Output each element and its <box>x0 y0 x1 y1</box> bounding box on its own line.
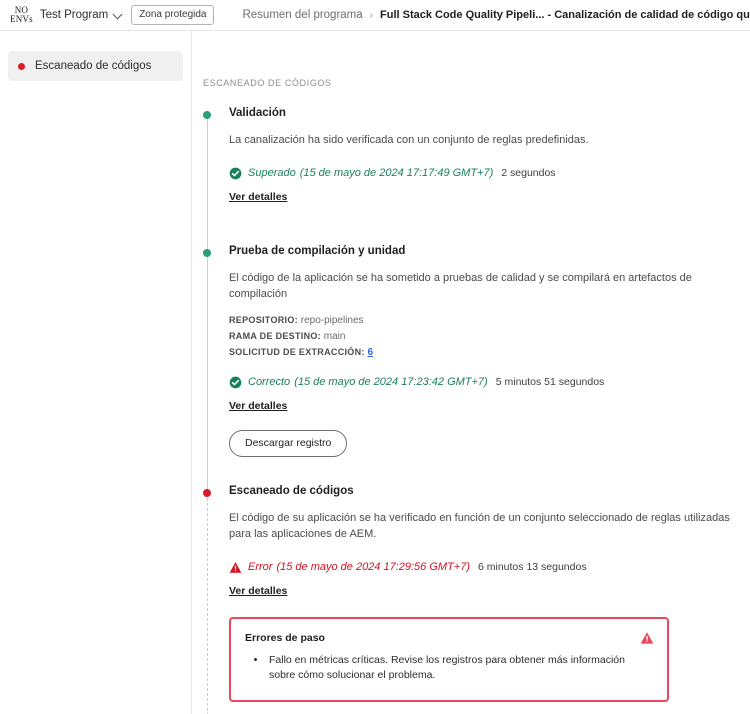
main-content: ESCANEADO DE CÓDIGOS Validación La canal… <box>192 31 750 714</box>
pull-request-link[interactable]: 6 <box>367 347 373 358</box>
breadcrumb: Resumen del programa › Full Stack Code Q… <box>242 7 750 23</box>
pipeline-step-prueba-de-compilacion: Prueba de compilación y unidad El código… <box>203 244 750 491</box>
meta-key: REPOSITORIO: <box>229 314 298 325</box>
error-warning-icon <box>229 561 242 573</box>
step-status-row: Correcto (15 de mayo de 2024 17:23:42 GM… <box>229 376 750 389</box>
step-status-timestamp: (15 de mayo de 2024 17:29:56 GMT+7) <box>276 561 470 574</box>
step-status-label: Error <box>248 561 273 574</box>
meta-key: RAMA DE DESTINO: <box>229 330 321 341</box>
sidebar: Escaneado de códigos <box>0 31 192 714</box>
breadcrumb-separator-icon: › <box>369 9 373 21</box>
environment-button[interactable]: Zona protegida <box>131 5 215 25</box>
meta-key: SOLICITUD DE EXTRACCIÓN: <box>229 346 365 357</box>
errors-list: Fallo en métricas críticas. Revise los r… <box>245 653 653 685</box>
view-details-link[interactable]: Ver detalles <box>229 191 287 203</box>
step-title: Escaneado de códigos <box>229 484 354 497</box>
step-duration: 5 minutos 51 segundos <box>495 376 605 389</box>
sidebar-item-escaneado-de-codigos[interactable]: Escaneado de códigos <box>8 51 183 81</box>
logo-line-2: ENVs <box>10 14 33 24</box>
step-status-label: Superado <box>248 167 296 180</box>
breadcrumb-current: Full Stack Code Quality Pipeli... - Cana… <box>380 9 750 21</box>
step-description: La canalización ha sido verificada con u… <box>229 134 589 146</box>
meta-value: main <box>323 330 346 342</box>
step-errors-box: Errores de paso Fallo en métricas crític… <box>229 616 669 703</box>
sidebar-item-label: Escaneado de códigos <box>35 60 152 72</box>
status-dot-icon <box>18 62 25 70</box>
meta-value: repo-pipelines <box>300 314 364 326</box>
pipeline-step-escaneado-de-codigos: Escaneado de códigos El código de su apl… <box>203 485 750 714</box>
errors-box-title: Errores de paso <box>245 631 325 644</box>
success-check-icon <box>229 376 242 389</box>
step-duration: 6 minutos 13 segundos <box>478 561 587 574</box>
step-description: El código de su aplicación se ha verific… <box>229 511 730 540</box>
app-logo: NO ENVs <box>10 6 33 24</box>
meta-repositorio: REPOSITORIO: repo-pipelines <box>229 315 750 326</box>
body-container: Escaneado de códigos ESCANEADO DE CÓDIGO… <box>0 31 750 714</box>
step-status-label: Correcto <box>248 376 291 389</box>
step-status-dot-icon <box>203 248 211 257</box>
step-status-dot-icon <box>203 111 211 119</box>
step-title: Prueba de compilación y unidad <box>229 244 406 257</box>
timeline-rail <box>206 115 208 251</box>
timeline-rail <box>206 252 208 491</box>
step-description: El código de la aplicación se ha sometid… <box>229 271 692 300</box>
pipeline-step-validacion: Validación La canalización ha sido verif… <box>203 107 750 251</box>
step-duration: 2 segundos <box>501 167 556 180</box>
view-details-link[interactable]: Ver detalles <box>229 585 287 597</box>
step-status-dot-icon <box>203 488 211 497</box>
step-status-timestamp: (15 de mayo de 2024 17:17:49 GMT+7) <box>299 167 494 180</box>
step-status-row: Superado (15 de mayo de 2024 17:17:49 GM… <box>229 167 750 180</box>
error-list-item: Fallo en métricas críticas. Revise los r… <box>267 653 653 685</box>
download-log-button[interactable]: Descargar registro <box>229 429 348 457</box>
chevron-down-icon[interactable] <box>113 10 123 20</box>
page-eyebrow: ESCANEADO DE CÓDIGOS <box>203 78 332 88</box>
view-details-link[interactable]: Ver detalles <box>229 400 287 412</box>
top-bar: NO ENVs Test Program Zona protegida Resu… <box>0 0 750 31</box>
program-name[interactable]: Test Program <box>40 9 108 21</box>
breadcrumb-parent-link[interactable]: Resumen del programa <box>242 9 362 21</box>
meta-solicitud-de-extraccion: SOLICITUD DE EXTRACCIÓN: 6 <box>229 347 750 358</box>
success-check-icon <box>229 167 242 180</box>
error-warning-icon <box>640 631 654 644</box>
pipeline-timeline: Validación La canalización ha sido verif… <box>203 107 750 714</box>
meta-rama-de-destino: RAMA DE DESTINO: main <box>229 331 750 342</box>
timeline-rail <box>206 492 208 714</box>
step-title: Validación <box>229 107 286 119</box>
step-button-row: Descargar registro <box>229 429 750 457</box>
step-status-timestamp: (15 de mayo de 2024 17:23:42 GMT+7) <box>294 376 488 389</box>
step-status-row: Error (15 de mayo de 2024 17:29:56 GMT+7… <box>229 561 750 574</box>
